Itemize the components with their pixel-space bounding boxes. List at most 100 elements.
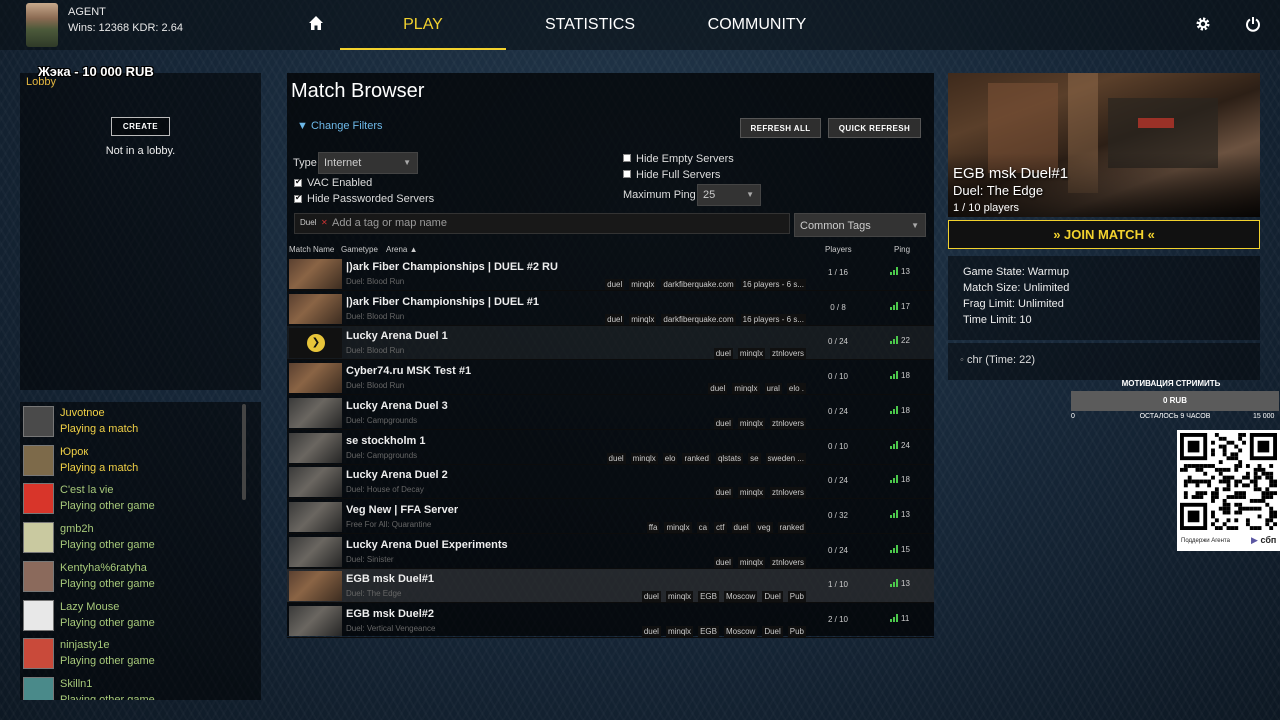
hide-passworded-checkbox[interactable] xyxy=(294,193,302,203)
server-row[interactable]: Veg New | FFA Server Free For All: Quaran… xyxy=(287,500,934,534)
friend-list-item[interactable]: Lazy Mouse Playing other game xyxy=(20,596,261,635)
friend-name: C'est la vie xyxy=(60,484,114,497)
server-tag: minqlx xyxy=(630,452,658,464)
friend-list-item[interactable]: C'est la vie Playing other game xyxy=(20,479,261,518)
server-row[interactable]: |)ark Fiber Championships | DUEL #1 Duel:… xyxy=(287,292,934,326)
server-name: Lucky Arena Duel 2 xyxy=(346,469,448,482)
server-row[interactable]: se stockholm 1 Duel: Campgrounds duel minql… xyxy=(287,431,934,465)
server-ping: 24 xyxy=(890,440,910,450)
server-row[interactable]: EGB msk Duel#2 Duel: Vertical Vengeance du… xyxy=(287,604,934,638)
server-tag: minqlx xyxy=(629,279,657,290)
signal-bars-icon xyxy=(890,579,899,588)
server-row[interactable]: Cyber74.ru MSK Test #1 Duel: Blood Run due… xyxy=(287,361,934,396)
server-tags: duel minqlx darkfiberquake.com 16 players -… xyxy=(600,313,806,325)
play-icon[interactable]: ❯ xyxy=(307,334,325,353)
friend-list-item[interactable]: Juvotnoe Playing a match xyxy=(20,402,261,441)
friend-list-item[interactable]: Kentyha%6ratyha Playing other game xyxy=(20,557,261,596)
friend-name: Юрок xyxy=(60,445,89,458)
type-select[interactable]: Internet ▼ xyxy=(318,152,418,174)
tab-community[interactable]: COMMUNITY xyxy=(674,0,840,50)
server-ping-value: 24 xyxy=(901,440,910,450)
tag-chip-duel[interactable]: Duel xyxy=(300,218,316,227)
friend-name: ninjasty1e xyxy=(60,639,110,652)
arena-thumbnail xyxy=(289,397,342,428)
donation-goal-max: 15 000 xyxy=(1253,413,1275,420)
server-row[interactable]: Lucky Arena Duel 2 Duel: House of Decay du… xyxy=(287,465,934,500)
home-icon[interactable] xyxy=(306,15,326,35)
server-row[interactable]: ❯ Lucky Arena Duel 1 Duel: Blood Run duel mi… xyxy=(287,326,934,361)
common-tags-select[interactable]: Common Tags ▼ xyxy=(794,213,926,237)
tag-search-input[interactable]: Duel ✕ Add a tag or map name xyxy=(294,213,790,234)
remove-tag-icon[interactable]: ✕ xyxy=(321,218,328,227)
page-title: Match Browser xyxy=(291,80,425,102)
server-row[interactable]: |)ark Fiber Championships | DUEL #2 RU Du… xyxy=(287,257,934,291)
server-row[interactable]: Lucky Arena Duel 3 Duel: Campgrounds duel m… xyxy=(287,396,934,430)
server-name: Cyber74.ru MSK Test #1 xyxy=(346,365,472,378)
server-ping-value: 18 xyxy=(901,405,910,415)
friends-scrollbar[interactable] xyxy=(242,404,246,500)
server-tag: Moscow xyxy=(723,591,758,603)
server-ping: 15 xyxy=(890,544,910,554)
column-header-ping[interactable]: Ping xyxy=(894,245,910,254)
server-tag: elo . xyxy=(786,383,806,395)
join-match-button[interactable]: » JOIN MATCH « xyxy=(948,220,1260,249)
power-icon[interactable] xyxy=(1244,16,1262,34)
tab-statistics[interactable]: STATISTICS xyxy=(507,0,673,50)
server-ping-value: 13 xyxy=(901,509,910,519)
server-ping-value: 18 xyxy=(901,371,910,381)
server-gametype-map: Duel: Blood Run xyxy=(346,346,405,356)
server-players: 0 / 10 xyxy=(827,372,848,382)
column-header-gametype[interactable]: Gametype xyxy=(341,245,378,254)
server-ping: 22 xyxy=(890,336,910,345)
server-tag: duel xyxy=(641,591,661,603)
server-ping: 13 xyxy=(890,509,910,519)
column-header-arena-label: Arena xyxy=(386,245,408,254)
column-header-arena[interactable]: Arena ▲ xyxy=(386,245,418,254)
donation-qr-code: Поддержи Агента ▶ сбп xyxy=(1177,430,1280,551)
qr-caption: Поддержи Агента xyxy=(1181,538,1230,544)
server-row[interactable]: Lucky Arena Duel Experiments Duel: Sinist… xyxy=(287,535,934,569)
tab-play[interactable]: PLAY xyxy=(340,0,506,50)
selected-server-map: Duel: The Edge xyxy=(953,183,1044,198)
column-header-players[interactable]: Players xyxy=(825,245,852,254)
arena-thumbnail xyxy=(289,467,342,498)
change-filters-link[interactable]: ▼ Change Filters xyxy=(297,120,383,132)
friend-list-item[interactable]: Skilln1 Playing other game xyxy=(20,673,261,700)
hide-full-checkbox[interactable] xyxy=(623,170,631,178)
server-tags: duel minqlx EGB Moscow Duel Pub xyxy=(637,625,806,637)
server-tag: 16 players - 6 s... xyxy=(740,313,806,325)
friend-list-item[interactable]: Юрок Playing a match xyxy=(20,441,261,480)
friend-avatar xyxy=(23,406,54,437)
player-avatar[interactable] xyxy=(26,3,58,47)
create-lobby-button[interactable]: CREATE xyxy=(111,117,170,136)
server-gametype-map: Duel: The Edge xyxy=(346,589,402,599)
max-ping-select[interactable]: 25 ▼ xyxy=(697,184,761,206)
chevron-down-icon: ▼ xyxy=(746,190,754,199)
column-header-match-name[interactable]: Match Name xyxy=(289,245,334,254)
server-ping: 13 xyxy=(890,267,910,276)
friend-list-item[interactable]: ninjasty1e Playing other game xyxy=(20,634,261,673)
friend-status: Playing other game xyxy=(60,500,155,513)
vac-enabled-checkbox[interactable] xyxy=(294,177,302,187)
friend-status: Playing other game xyxy=(60,539,155,552)
settings-gear-icon[interactable] xyxy=(1194,16,1212,34)
server-ping: 18 xyxy=(890,405,910,415)
server-tag: ffa xyxy=(646,521,660,533)
server-name: Lucky Arena Duel 1 xyxy=(346,330,448,343)
signal-bars-icon xyxy=(890,544,899,553)
hide-empty-checkbox[interactable] xyxy=(623,154,631,162)
sbp-logo: ▶ сбп xyxy=(1251,535,1276,546)
arena-thumbnail xyxy=(289,536,342,567)
server-row[interactable]: EGB msk Duel#1 Duel: The Edge duel minqlx EG… xyxy=(287,569,934,604)
server-players: 0 / 24 xyxy=(827,476,848,486)
friend-status: Playing a match xyxy=(60,461,139,474)
arena-thumbnail xyxy=(289,259,342,289)
hide-empty-label: Hide Empty Servers xyxy=(636,153,734,165)
server-tag: darkfiberquake.com xyxy=(661,313,736,325)
refresh-all-button[interactable]: REFRESH ALL xyxy=(740,118,821,138)
lobby-panel: Lobby CREATE Not in a lobby. xyxy=(20,73,261,390)
quick-refresh-button[interactable]: QUICK REFRESH xyxy=(828,118,921,138)
type-select-value: Internet xyxy=(324,157,362,169)
friend-list-item[interactable]: gmb2h Playing other game xyxy=(20,518,261,557)
server-tags: duel minqlx ztnlovers xyxy=(709,347,806,360)
